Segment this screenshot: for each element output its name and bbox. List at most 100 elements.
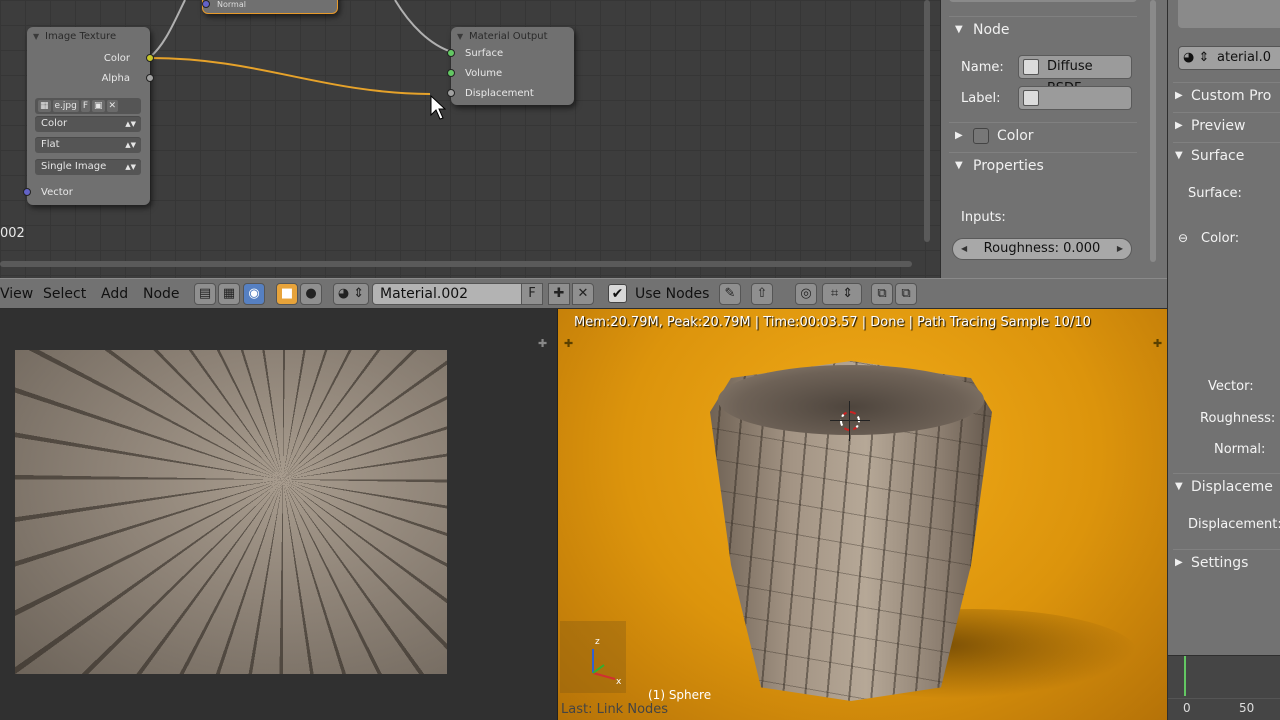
pin-icon[interactable]: ✎ xyxy=(719,283,741,305)
node-label-field[interactable] xyxy=(1018,86,1132,110)
output-color-label: Color xyxy=(103,53,130,64)
preview-header[interactable]: ▶ Preview xyxy=(1173,112,1280,138)
shader-nodes-icon[interactable]: ▤ xyxy=(194,283,216,305)
copy-nodes-icon[interactable]: ⧉ xyxy=(871,283,893,305)
input-displacement-socket[interactable] xyxy=(447,89,455,97)
timeline[interactable]: 0 50 xyxy=(1168,655,1280,720)
menu-node[interactable]: Node xyxy=(143,286,180,302)
color-space-select[interactable]: Color ▲▼ xyxy=(35,116,141,132)
roughness-field[interactable]: ◀ Roughness: 0.000 ▶ xyxy=(952,238,1132,260)
color-section-header[interactable]: ▶ Color xyxy=(949,122,1137,148)
axis-gizmo: z x xyxy=(560,621,626,693)
horizontal-scrollbar[interactable] xyxy=(0,258,912,270)
output-alpha-label: Alpha xyxy=(101,73,130,84)
custom-properties-header[interactable]: ▶ Custom Pro xyxy=(1173,82,1280,108)
node-section-title: Node xyxy=(973,22,1010,38)
custom-properties-title: Custom Pro xyxy=(1191,88,1272,104)
updown-icon: ▲▼ xyxy=(125,163,136,171)
collapse-icon[interactable]: ▼ xyxy=(33,27,39,47)
image-editor[interactable]: ✚ xyxy=(0,309,557,720)
node-side-panel[interactable]: ▼ Node Name: Diffuse BSDF Label: ▶ Color… xyxy=(940,0,1167,278)
vertical-scrollbar[interactable] xyxy=(921,0,933,246)
object-type-icon[interactable]: ■ xyxy=(276,283,298,305)
current-frame-marker[interactable] xyxy=(1184,656,1186,696)
collapse-icon[interactable]: ▼ xyxy=(457,27,463,47)
use-nodes-checkbox[interactable]: ✔ xyxy=(608,284,627,303)
name-label: Name: xyxy=(961,60,1004,75)
node-section-header[interactable]: ▼ Node xyxy=(949,16,1137,42)
node-name-field[interactable]: Diffuse BSDF xyxy=(1018,55,1132,96)
image-texture-title: Image Texture xyxy=(45,31,117,42)
input-displacement-label: Displacement xyxy=(465,88,534,99)
roughness-value: Roughness: 0.000 xyxy=(983,241,1101,256)
input-volume-socket[interactable] xyxy=(447,69,455,77)
expanded-icon: ▼ xyxy=(955,24,963,35)
expanded-icon: ▼ xyxy=(1175,481,1183,492)
input-vector-socket[interactable] xyxy=(23,188,31,196)
snap-toggle-icon[interactable]: ◎ xyxy=(795,283,817,305)
image-texture-node[interactable]: ▼ Image Texture Color Alpha ▦ e.jpg F ▣ … xyxy=(23,27,154,205)
area-corner-icon[interactable]: ✚ xyxy=(564,337,573,350)
increment-icon[interactable]: ▶ xyxy=(1117,239,1123,259)
decrement-icon[interactable]: ◀ xyxy=(961,239,967,259)
input-surface-socket[interactable] xyxy=(447,49,455,57)
properties-section-header[interactable]: ▼ Properties xyxy=(949,152,1137,178)
image-selector[interactable]: ▦ e.jpg F ▣ ✕ xyxy=(35,98,141,114)
axis-z-label: z xyxy=(595,637,600,647)
settings-header[interactable]: ▶ Settings xyxy=(1173,549,1280,575)
image-browse-icon[interactable]: ▦ xyxy=(38,100,51,112)
image-unlink-icon[interactable]: ✕ xyxy=(106,100,119,112)
normal-socket[interactable] xyxy=(202,0,210,8)
area-corner-icon[interactable]: ✚ xyxy=(1153,337,1162,350)
output-color-socket[interactable] xyxy=(146,54,154,62)
surface-header[interactable]: ▼ Surface xyxy=(1173,142,1280,168)
image-open-icon[interactable]: ▣ xyxy=(92,100,105,112)
material-name-field[interactable]: Material.002 xyxy=(372,283,522,305)
color-socket-icon[interactable]: ⊖ xyxy=(1178,231,1188,245)
normal-node[interactable]: Normal xyxy=(202,0,338,14)
source-select[interactable]: Single Image ▲▼ xyxy=(35,159,141,175)
material-browse-icon[interactable]: ◕ ⇕ xyxy=(333,283,369,305)
menu-view[interactable]: View xyxy=(0,286,33,302)
material-output-header: ▼ Material Output xyxy=(451,27,574,47)
unlink-material-icon[interactable]: ✕ xyxy=(572,283,594,305)
projection-select[interactable]: Flat ▲▼ xyxy=(35,137,141,153)
node-icon xyxy=(1023,90,1039,106)
material-output-node[interactable]: ▼ Material Output Surface Volume Displac… xyxy=(447,27,574,105)
input-volume-label: Volume xyxy=(465,68,503,79)
axis-x-label: x xyxy=(616,677,622,687)
displacement-header[interactable]: ▼ Displaceme xyxy=(1173,473,1280,499)
menu-add[interactable]: Add xyxy=(101,286,128,302)
paste-nodes-icon[interactable]: ⧉ xyxy=(895,283,917,305)
material-slot-field[interactable]: ◕ ⇕ aterial.0 xyxy=(1178,46,1280,70)
node-editor[interactable]: Normal ▼ Image Texture Color Alpha ▦ e.j… xyxy=(0,0,940,278)
displacement-title: Displaceme xyxy=(1191,479,1273,495)
parent-tree-icon[interactable]: ⇧ xyxy=(751,283,773,305)
image-texture-header: ▼ Image Texture xyxy=(27,27,150,47)
collapsed-icon: ▶ xyxy=(1175,90,1183,101)
world-type-icon[interactable]: ● xyxy=(300,283,322,305)
source-value: Single Image xyxy=(41,161,107,172)
inputs-label: Inputs: xyxy=(961,210,1006,225)
menu-select[interactable]: Select xyxy=(43,286,86,302)
texture-nodes-icon[interactable]: ▦ xyxy=(218,283,240,305)
render-status: Mem:20.79M, Peak:20.79M | Time:00:03.57 … xyxy=(574,315,1091,330)
image-fake-user-button[interactable]: F xyxy=(80,100,91,112)
use-nodes-label: Use Nodes xyxy=(635,286,710,302)
snap-element-icon[interactable]: ⌗ ⇕ xyxy=(822,283,862,305)
output-alpha-socket[interactable] xyxy=(146,74,154,82)
color-label: Color: xyxy=(1201,231,1240,246)
mouse-cursor-icon xyxy=(430,95,446,120)
properties-editor[interactable]: ◕ ⇕ aterial.0 ▶ Custom Pro ▶ Preview ▼ Surf… xyxy=(1167,0,1280,720)
displacement-label: Displacement: xyxy=(1188,517,1280,532)
area-corner-icon[interactable]: ✚ xyxy=(538,337,547,350)
color-checkbox[interactable] xyxy=(973,128,989,144)
3d-viewport[interactable]: Mem:20.79M, Peak:20.79M | Time:00:03.57 … xyxy=(557,309,1167,720)
panel-scrollbar[interactable] xyxy=(1147,0,1159,270)
timeline-ruler xyxy=(1168,698,1280,699)
compositing-nodes-icon[interactable]: ◉ xyxy=(243,283,265,305)
image-name[interactable]: e.jpg xyxy=(52,100,79,112)
collapsed-icon: ▶ xyxy=(1175,557,1183,568)
new-material-icon[interactable]: ✚ xyxy=(548,283,570,305)
material-fake-user-button[interactable]: F xyxy=(521,283,543,305)
